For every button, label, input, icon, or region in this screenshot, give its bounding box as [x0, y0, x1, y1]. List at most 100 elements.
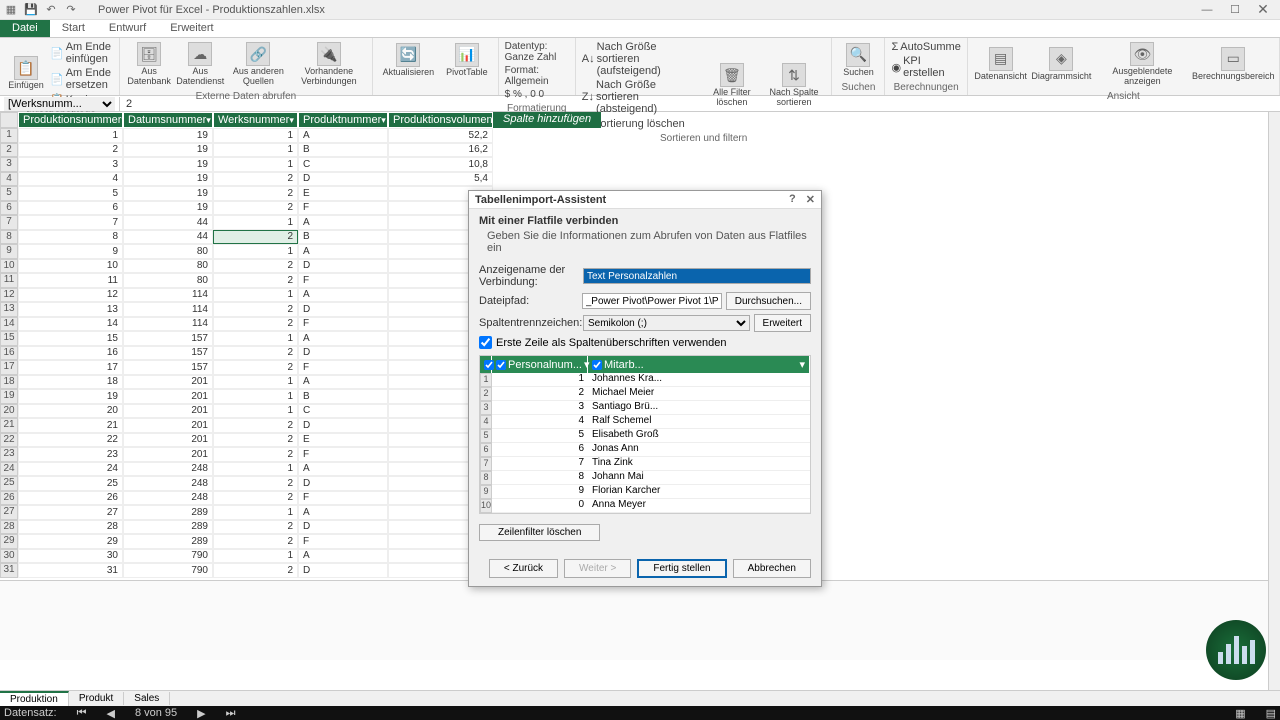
browse-button[interactable]: Durchsuchen...	[726, 292, 811, 310]
row-number[interactable]: 24	[0, 462, 18, 477]
column-header[interactable]: Produktionsnummer▾	[18, 112, 123, 128]
cell[interactable]: 2	[213, 476, 298, 491]
cell[interactable]: 16	[18, 346, 123, 361]
cell[interactable]: F	[298, 491, 388, 506]
preview-col-personalnum[interactable]: Personalnum...▾	[492, 356, 588, 373]
cell[interactable]: B	[298, 230, 388, 245]
cell[interactable]: 27	[18, 505, 123, 520]
row-number[interactable]: 11	[0, 273, 18, 288]
cell[interactable]: 7	[18, 215, 123, 230]
cell[interactable]: 2	[213, 520, 298, 535]
cell[interactable]: F	[298, 201, 388, 216]
row-number[interactable]: 17	[0, 360, 18, 375]
row-number[interactable]: 12	[0, 288, 18, 303]
redo-icon[interactable]: ↷	[64, 3, 78, 17]
row-number[interactable]: 10	[0, 259, 18, 274]
cell[interactable]: 15	[18, 331, 123, 346]
view-icon-grid[interactable]: ▦	[1235, 707, 1245, 720]
cell[interactable]: A	[298, 288, 388, 303]
row-number[interactable]: 15	[0, 331, 18, 346]
preview-col-mitarb[interactable]: Mitarb...▾	[588, 356, 810, 373]
cell[interactable]: 201	[123, 418, 213, 433]
cell[interactable]: 4	[18, 172, 123, 187]
cell[interactable]: 157	[123, 346, 213, 361]
row-number[interactable]: 2	[0, 143, 18, 158]
cell[interactable]: D	[298, 520, 388, 535]
column-header[interactable]: Produktionsvolumen▾	[388, 112, 493, 128]
sheet-tab-produkt[interactable]: Produkt	[69, 692, 124, 705]
tab-datei[interactable]: Datei	[0, 20, 50, 37]
first-row-headers-checkbox[interactable]	[479, 336, 492, 349]
cell[interactable]: 19	[123, 157, 213, 172]
view-icon-detail[interactable]: ▤	[1266, 707, 1276, 720]
show-hidden[interactable]: 👁Ausgeblendete anzeigen	[1095, 40, 1189, 89]
cell[interactable]: 31	[18, 563, 123, 578]
save-icon[interactable]: 💾	[24, 3, 38, 17]
select-all-corner[interactable]	[0, 112, 18, 128]
cell[interactable]: 114	[123, 302, 213, 317]
cell[interactable]: 11	[18, 273, 123, 288]
row-number[interactable]: 9	[0, 244, 18, 259]
cell[interactable]: 8	[18, 230, 123, 245]
kpi-create[interactable]: ◉KPI erstellen	[891, 54, 960, 80]
cell[interactable]: 80	[123, 244, 213, 259]
row-number[interactable]: 8	[0, 230, 18, 245]
row-number[interactable]: 30	[0, 549, 18, 564]
cell[interactable]: 1	[213, 244, 298, 259]
cell[interactable]: 19	[123, 143, 213, 158]
tab-entwurf[interactable]: Entwurf	[97, 20, 158, 37]
cell[interactable]: A	[298, 505, 388, 520]
cell[interactable]: 1	[213, 128, 298, 143]
filepath-input[interactable]	[582, 293, 722, 309]
cell[interactable]: E	[298, 186, 388, 201]
column-header[interactable]: Datumsnummer▾	[123, 112, 213, 128]
row-number[interactable]: 4	[0, 172, 18, 187]
cell[interactable]: 28	[18, 520, 123, 535]
cell[interactable]: 19	[123, 172, 213, 187]
cell[interactable]: 790	[123, 549, 213, 564]
cell[interactable]: 2	[213, 433, 298, 448]
row-number[interactable]: 19	[0, 389, 18, 404]
cell[interactable]: 248	[123, 462, 213, 477]
cell[interactable]: A	[298, 128, 388, 143]
cell[interactable]: D	[298, 476, 388, 491]
from-dataservice[interactable]: ☁Aus Datendienst	[176, 40, 224, 89]
paste-append[interactable]: 📄Am Ende einfügen	[50, 40, 113, 66]
column-header[interactable]: Werksnummer▾	[213, 112, 298, 128]
cell[interactable]: F	[298, 447, 388, 462]
row-number[interactable]: 16	[0, 346, 18, 361]
cell[interactable]: A	[298, 375, 388, 390]
existing-connections[interactable]: 🔌Vorhandene Verbindungen	[292, 40, 365, 89]
paste-button[interactable]: 📋Einfügen	[6, 54, 46, 93]
cell[interactable]: 2	[213, 346, 298, 361]
cell[interactable]: 248	[123, 491, 213, 506]
finish-button[interactable]: Fertig stellen	[637, 559, 726, 578]
cell[interactable]: F	[298, 317, 388, 332]
row-number[interactable]: 13	[0, 302, 18, 317]
cell[interactable]: 19	[123, 201, 213, 216]
cell[interactable]: D	[298, 172, 388, 187]
cell[interactable]: 1	[213, 505, 298, 520]
row-number[interactable]: 28	[0, 520, 18, 535]
undo-icon[interactable]: ↶	[44, 3, 58, 17]
cell[interactable]: 1	[213, 157, 298, 172]
cell[interactable]: D	[298, 346, 388, 361]
cell[interactable]: 23	[18, 447, 123, 462]
maximize-button[interactable]: ☐	[1222, 1, 1248, 19]
cell[interactable]: A	[298, 244, 388, 259]
row-number[interactable]: 25	[0, 476, 18, 491]
row-number[interactable]: 22	[0, 433, 18, 448]
cell[interactable]: A	[298, 331, 388, 346]
cell[interactable]: 2	[213, 534, 298, 549]
row-number[interactable]: 6	[0, 201, 18, 216]
cell[interactable]: 5,4	[388, 172, 493, 187]
row-number[interactable]: 23	[0, 447, 18, 462]
cell[interactable]: 201	[123, 375, 213, 390]
cell[interactable]: E	[298, 433, 388, 448]
row-number[interactable]: 7	[0, 215, 18, 230]
row-number[interactable]: 21	[0, 418, 18, 433]
cell[interactable]: 2	[213, 491, 298, 506]
currency-row[interactable]: $ % , 0 0	[505, 88, 569, 101]
cell[interactable]: 25	[18, 476, 123, 491]
cell[interactable]: 52,2	[388, 128, 493, 143]
